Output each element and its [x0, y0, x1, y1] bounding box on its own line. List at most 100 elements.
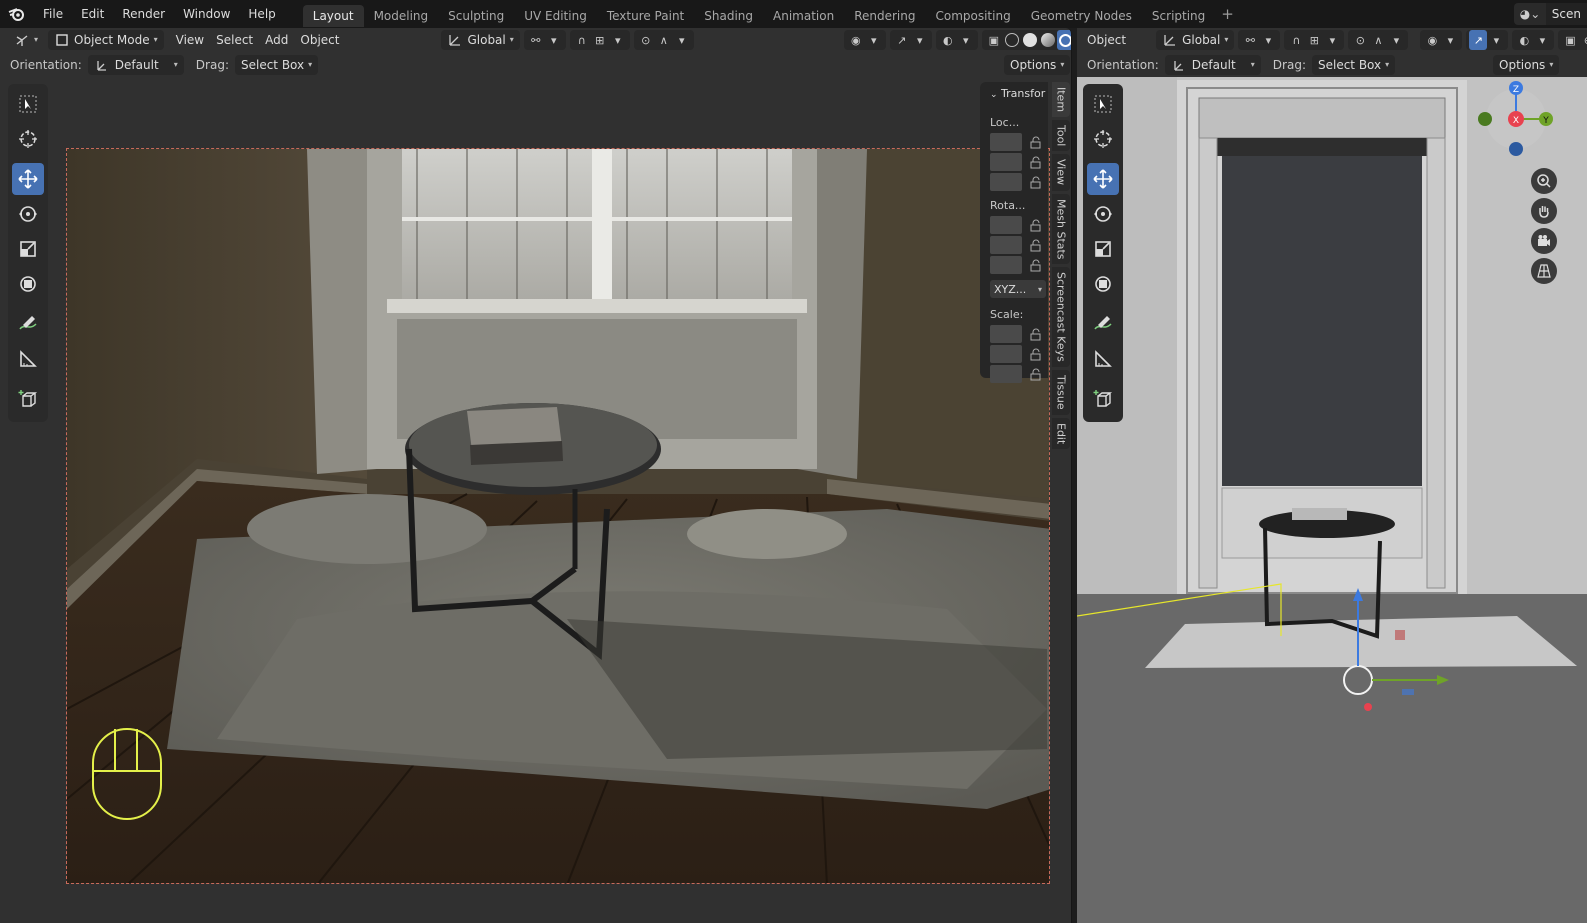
tab-modeling[interactable]: Modeling	[364, 5, 439, 27]
scale-y-field[interactable]	[990, 345, 1022, 363]
snap-increment-icon[interactable]: ⊞	[591, 30, 609, 50]
tab-rendering[interactable]: Rendering	[844, 5, 925, 27]
blender-logo-icon[interactable]	[0, 0, 34, 28]
falloff-icon[interactable]: ∧	[1369, 30, 1387, 50]
snap-magnet-icon[interactable]: ∩	[573, 30, 591, 50]
location-x-field[interactable]	[990, 133, 1022, 151]
tab-scripting[interactable]: Scripting	[1142, 5, 1215, 27]
overlay-icon[interactable]: ◐	[939, 30, 957, 50]
tab-screencast-keys[interactable]: Screencast Keys	[1052, 267, 1070, 367]
right-options-dropdown[interactable]: Options ▾	[1493, 55, 1560, 75]
scale-tool[interactable]	[12, 233, 44, 265]
rendered-image-viewport[interactable]	[66, 148, 1050, 884]
menu-help[interactable]: Help	[239, 0, 284, 28]
camera-view-button[interactable]	[1531, 228, 1557, 254]
proportional-edit-icon[interactable]: ⊙	[637, 30, 655, 50]
scale-x-field[interactable]	[990, 325, 1022, 343]
overlay-icon[interactable]: ◐	[1515, 30, 1533, 50]
scene-selector[interactable]: ◕⌄ Scen	[1513, 3, 1587, 25]
visibility-eye-icon[interactable]: ◉	[847, 30, 865, 50]
right-orientation-default-dropdown[interactable]: Default ▾	[1164, 55, 1261, 75]
rotate-tool[interactable]	[1087, 198, 1119, 230]
right-transform-orientation-dropdown[interactable]: Global ▾	[1156, 30, 1235, 50]
move-tool[interactable]	[1087, 163, 1119, 195]
scale-z-field[interactable]	[990, 365, 1022, 383]
rotate-tool[interactable]	[12, 198, 44, 230]
tab-tissue[interactable]: Tissue	[1052, 369, 1070, 415]
add-workspace-button[interactable]: +	[1215, 5, 1240, 23]
menu-add[interactable]: Add	[259, 30, 294, 50]
xray-icon[interactable]: ▣	[985, 30, 1003, 50]
rendered-shading-icon[interactable]	[1056, 30, 1071, 50]
left-3d-viewport[interactable]: ▾ Object Mode ▾ View Select Add Object G…	[0, 28, 1072, 923]
move-tool[interactable]	[12, 163, 44, 195]
gizmo-icon[interactable]: ↗	[893, 30, 911, 50]
solid-shading-icon[interactable]	[1021, 30, 1039, 50]
lock-icon[interactable]	[1029, 219, 1043, 233]
transform-tool[interactable]	[1087, 268, 1119, 300]
lock-icon[interactable]	[1029, 156, 1043, 170]
menu-view[interactable]: View	[170, 30, 210, 50]
lock-icon[interactable]	[1029, 176, 1043, 190]
navigation-gizmo[interactable]: Z X Y	[1474, 78, 1558, 164]
scale-tool[interactable]	[1087, 233, 1119, 265]
lock-icon[interactable]	[1029, 239, 1043, 253]
tab-shading[interactable]: Shading	[694, 5, 763, 27]
annotate-tool[interactable]	[1087, 308, 1119, 340]
tab-texture-paint[interactable]: Texture Paint	[597, 5, 694, 27]
snap-magnet-icon[interactable]: ∩	[1287, 30, 1305, 50]
transform-panel-header[interactable]: ⌄ Transfor	[984, 87, 1045, 110]
snap-increment-icon[interactable]: ⊞	[1305, 30, 1323, 50]
pivot-icon[interactable]: ⚯	[1241, 30, 1259, 50]
falloff-icon[interactable]: ∧	[655, 30, 673, 50]
wireframe-shading-icon[interactable]: ⊕	[1579, 30, 1587, 50]
menu-window[interactable]: Window	[174, 0, 239, 28]
drag-select-box-dropdown[interactable]: Select Box ▾	[234, 55, 319, 75]
tab-compositing[interactable]: Compositing	[925, 5, 1020, 27]
options-dropdown[interactable]: Options ▾	[1004, 55, 1071, 75]
menu-edit[interactable]: Edit	[72, 0, 113, 28]
tab-sculpting[interactable]: Sculpting	[438, 5, 514, 27]
right-3d-viewport[interactable]: Object Global▾ ⚯▾ ∩⊞▾ ⊙∧▾ ◉▾ ↗▾ ◐▾ ▣⊕ Or…	[1077, 28, 1587, 923]
tab-item[interactable]: Item	[1052, 82, 1070, 118]
select-box-tool[interactable]	[12, 88, 44, 120]
tab-geometry-nodes[interactable]: Geometry Nodes	[1021, 5, 1142, 27]
rotation-mode-dropdown[interactable]: XYZ... ▾	[990, 280, 1046, 298]
tab-view[interactable]: View	[1052, 154, 1070, 191]
editor-type-button[interactable]: ▾	[8, 30, 44, 50]
solid-viewport-scene[interactable]: Z X Y	[1077, 76, 1587, 923]
rotation-z-field[interactable]	[990, 256, 1022, 274]
tab-mesh-stats[interactable]: Mesh Stats	[1052, 193, 1070, 265]
add-cube-tool[interactable]	[12, 383, 44, 415]
measure-tool[interactable]	[12, 343, 44, 375]
material-shading-icon[interactable]	[1039, 30, 1057, 50]
visibility-eye-icon[interactable]: ◉	[1423, 30, 1441, 50]
lock-icon[interactable]	[1029, 259, 1043, 273]
wireframe-shading-icon[interactable]	[1003, 30, 1021, 50]
lock-icon[interactable]	[1029, 136, 1043, 150]
select-box-tool[interactable]	[1087, 88, 1119, 120]
tab-tool[interactable]: Tool	[1052, 120, 1070, 152]
right-drag-select-box-dropdown[interactable]: Select Box ▾	[1311, 55, 1396, 75]
right-menu-object[interactable]: Object	[1081, 30, 1132, 50]
proportional-edit-icon[interactable]: ⊙	[1351, 30, 1369, 50]
cursor-tool[interactable]	[12, 123, 44, 155]
mode-dropdown[interactable]: Object Mode ▾	[48, 30, 164, 50]
menu-render[interactable]: Render	[113, 0, 174, 28]
lock-icon[interactable]	[1029, 348, 1043, 362]
zoom-button[interactable]	[1531, 168, 1557, 194]
tab-uv-editing[interactable]: UV Editing	[514, 5, 597, 27]
pan-button[interactable]	[1531, 198, 1557, 224]
orientation-default-dropdown[interactable]: Default ▾	[87, 55, 184, 75]
rotation-y-field[interactable]	[990, 236, 1022, 254]
gizmo-icon[interactable]: ↗	[1469, 30, 1488, 50]
cursor-tool[interactable]	[1087, 123, 1119, 155]
rotation-x-field[interactable]	[990, 216, 1022, 234]
lock-icon[interactable]	[1029, 328, 1043, 342]
lock-icon[interactable]	[1029, 368, 1043, 382]
location-y-field[interactable]	[990, 153, 1022, 171]
menu-select[interactable]: Select	[210, 30, 259, 50]
xray-icon[interactable]: ▣	[1561, 30, 1579, 50]
measure-tool[interactable]	[1087, 343, 1119, 375]
location-z-field[interactable]	[990, 173, 1022, 191]
